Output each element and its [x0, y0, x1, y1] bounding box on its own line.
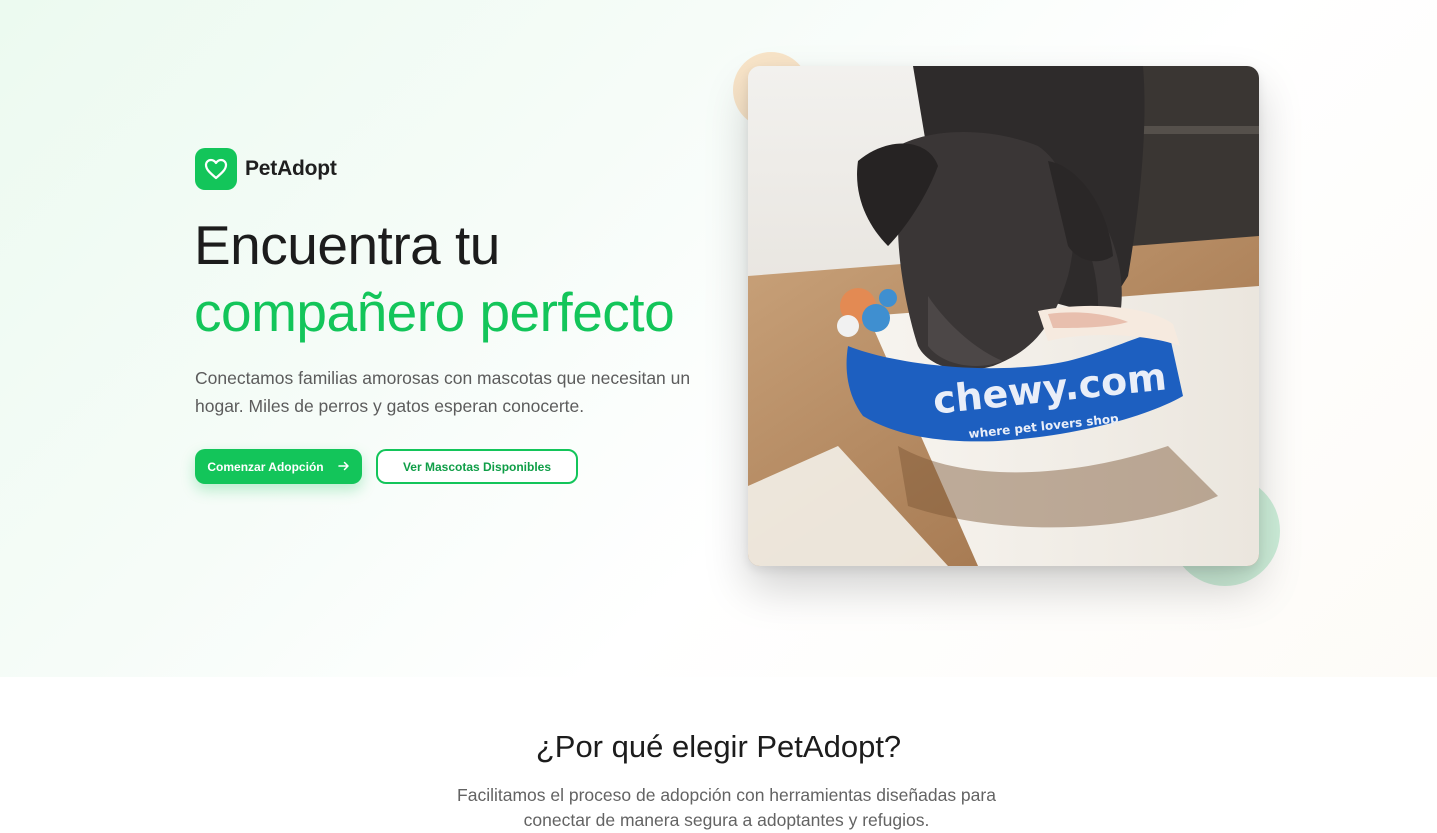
- headline-line-1: Encuentra tu: [194, 214, 500, 276]
- start-adoption-label: Comenzar Adopción: [207, 459, 324, 474]
- hero-section: PetAdopt Encuentra tu compañero perfecto…: [0, 0, 1437, 677]
- start-adoption-button[interactable]: Comenzar Adopción: [195, 449, 362, 484]
- brand[interactable]: PetAdopt: [195, 148, 337, 190]
- why-section-title: ¿Por qué elegir PetAdopt?: [535, 729, 902, 764]
- hero-image-dog-with-toy: chewy.com where pet lovers shop: [748, 66, 1259, 566]
- headline-line-2: compañero perfecto: [194, 281, 675, 343]
- brand-name: PetAdopt: [245, 157, 337, 180]
- view-pets-button[interactable]: Ver Mascotas Disponibles: [376, 449, 578, 484]
- view-pets-label: Ver Mascotas Disponibles: [402, 459, 552, 474]
- why-section-description: Facilitamos el proceso de adopción con h…: [457, 785, 996, 830]
- heart-icon: [195, 148, 237, 190]
- hero-subtitle: Conectamos familias amorosas con mascota…: [195, 368, 691, 416]
- arrow-right-icon: [337, 460, 350, 474]
- hero-headline: Encuentra tu compañero perfecto: [194, 212, 675, 346]
